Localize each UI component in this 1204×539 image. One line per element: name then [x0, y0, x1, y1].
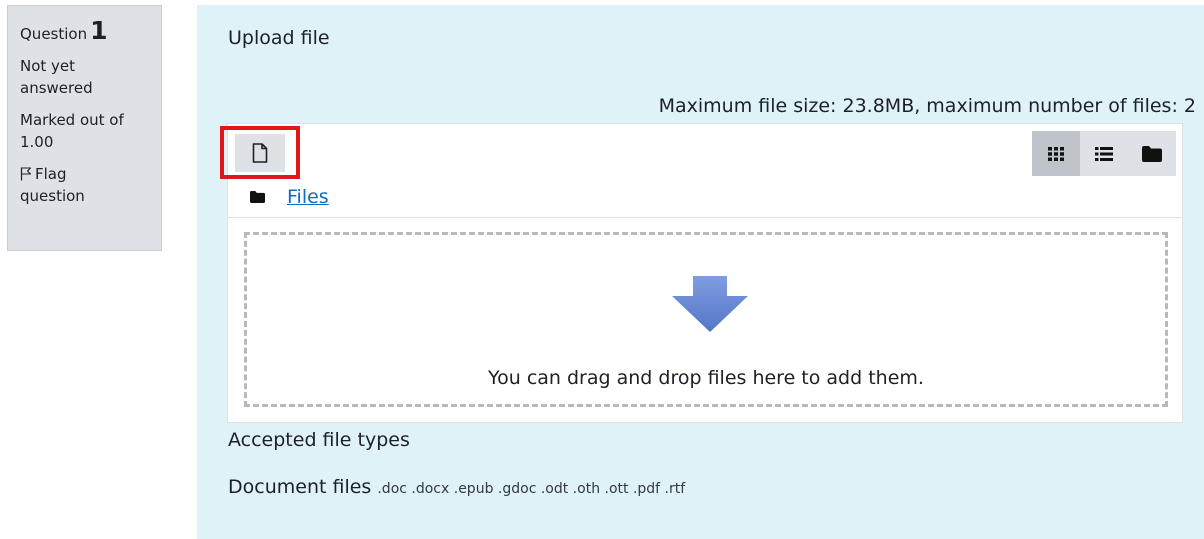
drop-zone[interactable]: You can drag and drop files here to add …	[244, 232, 1168, 407]
breadcrumb-files-link[interactable]: Files	[287, 186, 329, 208]
accepted-types-list: Document files .doc .docx .epub .gdoc .o…	[228, 476, 685, 498]
question-number-line: Question 1	[20, 16, 161, 45]
arrow-down-icon	[672, 276, 748, 332]
view-mode-toolbar	[1032, 131, 1176, 176]
accepted-types-title: Accepted file types	[228, 429, 410, 451]
folder-icon	[250, 191, 265, 203]
question-state: Not yet answered	[20, 57, 93, 97]
view-list-button[interactable]	[1080, 131, 1128, 176]
list-icon	[1095, 146, 1113, 161]
question-content: Upload file Maximum file size: 23.8MB, m…	[197, 5, 1204, 539]
breadcrumb-divider	[228, 217, 1182, 218]
add-file-button[interactable]	[235, 134, 285, 172]
view-tree-button[interactable]	[1128, 131, 1176, 176]
question-number: 1	[90, 16, 108, 45]
file-manager: Files You can drag and drop files here t…	[220, 123, 1183, 423]
question-label: Question	[20, 25, 88, 43]
file-add-icon	[252, 143, 268, 163]
flag-icon	[20, 167, 32, 181]
grid-icon	[1048, 146, 1064, 161]
flag-question-link[interactable]: Flag question	[20, 163, 130, 207]
question-info: Question 1 Not yet answered Marked out o…	[7, 5, 162, 251]
breadcrumb: Files	[250, 186, 329, 208]
question-grade: Marked out of 1.00	[20, 111, 124, 151]
drop-message: You can drag and drop files here to add …	[488, 367, 924, 389]
folder-icon	[1142, 145, 1162, 162]
question-text: Upload file	[228, 27, 330, 49]
file-extensions: .doc .docx .epub .gdoc .odt .oth .ott .p…	[377, 481, 686, 497]
view-icons-button[interactable]	[1032, 131, 1080, 176]
file-type-label: Document files	[228, 476, 372, 498]
upload-limits: Maximum file size: 23.8MB, maximum numbe…	[658, 95, 1196, 117]
